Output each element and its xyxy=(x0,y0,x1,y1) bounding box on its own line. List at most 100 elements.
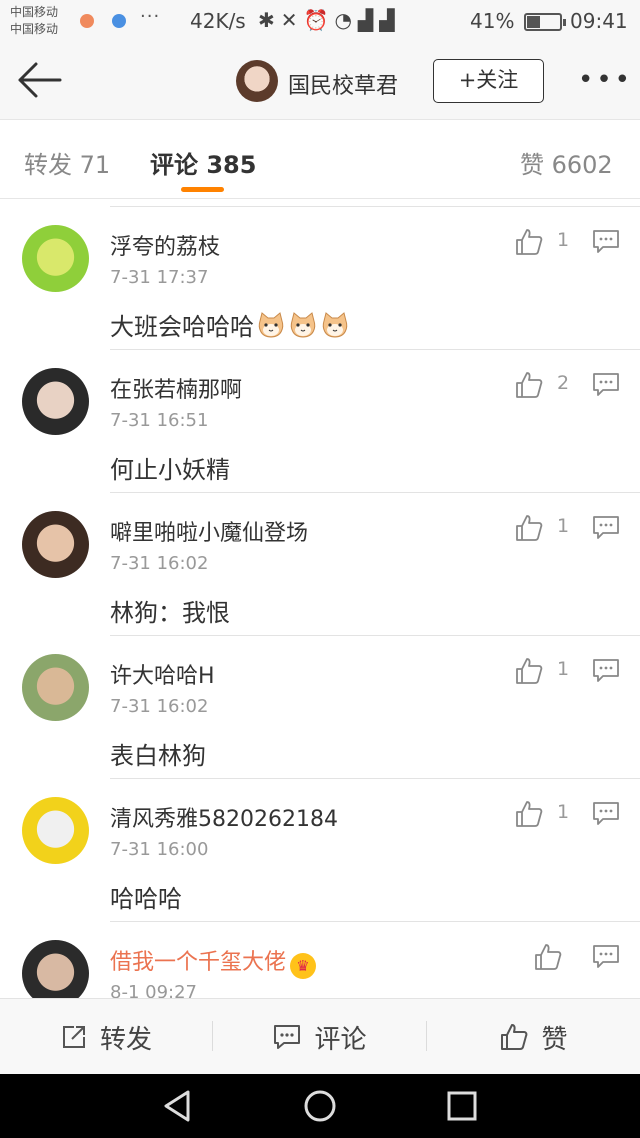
commenter-avatar[interactable] xyxy=(22,225,89,292)
cat-emoji-icon xyxy=(258,312,284,338)
like-comment-icon[interactable] xyxy=(514,227,544,257)
commenter-name-text: 浮夸的荔枝 xyxy=(110,235,221,260)
tab-likes[interactable]: 赞 6602 xyxy=(520,145,613,180)
like-count: 1 xyxy=(557,801,570,823)
carrier-1: 中国移动 xyxy=(10,5,59,19)
repost-label: 转发 xyxy=(99,1024,152,1055)
commenter-name-text: 清风秀雅5820262184 xyxy=(110,807,338,832)
author-name[interactable]: 国民校草君 xyxy=(288,68,398,100)
tab-reposts[interactable]: 转发 71 xyxy=(24,145,110,180)
carrier-2: 中国移动 xyxy=(10,22,59,36)
comment-label: 评论 xyxy=(314,1024,367,1055)
like-comment-icon[interactable] xyxy=(514,799,544,829)
like-count: 2 xyxy=(557,372,570,394)
comment-time: 7-31 16:02 xyxy=(110,696,209,717)
network-speed: 42K/s xyxy=(190,9,246,33)
like-comment-icon[interactable] xyxy=(533,942,563,972)
back-arrow-icon xyxy=(18,62,62,98)
active-tab-indicator xyxy=(181,187,224,192)
battery-level xyxy=(527,16,540,28)
comment-time: 7-31 16:51 xyxy=(110,410,209,431)
status-bar: 中国移动 中国移动 ··· 42K/s ✱✕⏰◔▟▟ 41% 09:41 xyxy=(0,0,640,44)
commenter-name[interactable]: 借我一个千玺大佬 ♛ xyxy=(110,944,317,979)
comment-text-content: 哈哈哈 xyxy=(110,885,182,913)
comment-item[interactable]: 在张若楠那啊 7-31 16:51 何止小妖精 2 xyxy=(0,350,640,493)
comment-text: 大班会哈哈哈 xyxy=(110,307,350,342)
like-comment-icon[interactable] xyxy=(514,656,544,686)
tab-bar: 转发 71 评论 385 赞 6602 xyxy=(0,121,640,199)
comment-button[interactable]: 评论 xyxy=(213,999,426,1075)
comment-list[interactable]: 浮夸的荔枝 7-31 17:37 大班会哈哈哈 1 在张若楠那啊 7-31 16:51 何止… xyxy=(0,206,640,998)
tab-comments[interactable]: 评论 385 xyxy=(150,145,256,180)
status-icons: ✱✕⏰◔▟▟ xyxy=(258,8,401,32)
mute-icon: ✕ xyxy=(280,8,304,32)
header-bar: 国民校草君 +关注 ••• xyxy=(0,44,640,120)
commenter-avatar[interactable] xyxy=(22,654,89,721)
vip-crown-icon: ♛ xyxy=(290,953,317,979)
more-options-button[interactable]: ••• xyxy=(578,67,633,93)
nav-recents-icon[interactable] xyxy=(444,1088,480,1124)
repost-button[interactable]: 转发 xyxy=(0,999,212,1075)
clock: 09:41 xyxy=(570,9,628,33)
action-bar: 转发 评论 赞 xyxy=(0,998,640,1074)
commenter-avatar[interactable] xyxy=(22,368,89,435)
like-label: 赞 xyxy=(541,1024,568,1055)
comment-text-content: 大班会哈哈哈 xyxy=(110,313,254,341)
like-comment-icon[interactable] xyxy=(514,370,544,400)
carrier-info: 中国移动 中国移动 xyxy=(10,4,58,38)
commenter-name[interactable]: 许大哈哈H xyxy=(110,658,215,690)
comment-text: 哈哈哈 xyxy=(110,879,182,914)
comment-icon xyxy=(274,1025,301,1049)
system-nav-bar xyxy=(0,1074,640,1138)
commenter-name-text: 借我一个千玺大佬 xyxy=(110,950,287,975)
like-comment-icon[interactable] xyxy=(514,513,544,543)
comment-text: 林狗：我恨 xyxy=(110,593,230,628)
commenter-name[interactable]: 清风秀雅5820262184 xyxy=(110,801,338,833)
nav-home-icon[interactable] xyxy=(302,1088,338,1124)
comment-item[interactable]: 噼里啪啦小魔仙登场 7-31 16:02 林狗：我恨 1 xyxy=(0,493,640,636)
commenter-avatar[interactable] xyxy=(22,940,89,998)
reply-comment-icon[interactable] xyxy=(592,658,620,684)
reply-comment-icon[interactable] xyxy=(592,372,620,398)
reply-comment-icon[interactable] xyxy=(592,229,620,255)
thumbs-up-icon xyxy=(501,1024,528,1050)
commenter-name-text: 许大哈哈H xyxy=(110,664,215,689)
comment-text-content: 表白林狗 xyxy=(110,742,206,770)
comment-text: 何止小妖精 xyxy=(110,450,230,485)
like-count: 1 xyxy=(557,658,570,680)
notification-shield-icon xyxy=(112,14,126,28)
reply-comment-icon[interactable] xyxy=(592,944,620,970)
alarm-icon: ⏰ xyxy=(303,8,335,32)
reply-comment-icon[interactable] xyxy=(592,801,620,827)
like-count: 1 xyxy=(557,229,570,251)
signal-4g-icon: ▟ xyxy=(379,8,401,32)
commenter-name-text: 噼里啪啦小魔仙登场 xyxy=(110,521,309,546)
signal-2g-icon: ▟ xyxy=(357,8,380,32)
comment-text-content: 何止小妖精 xyxy=(110,456,230,484)
commenter-name-text: 在张若楠那啊 xyxy=(110,378,243,403)
back-button[interactable] xyxy=(14,60,64,100)
comment-time: 7-31 16:02 xyxy=(110,553,209,574)
commenter-name[interactable]: 噼里啪啦小魔仙登场 xyxy=(110,515,308,547)
comment-text-content: 林狗：我恨 xyxy=(110,599,230,627)
commenter-avatar[interactable] xyxy=(22,797,89,864)
cat-emoji-icon xyxy=(290,312,316,338)
commenter-avatar[interactable] xyxy=(22,511,89,578)
author-avatar[interactable] xyxy=(236,60,278,102)
nav-back-icon[interactable] xyxy=(160,1088,196,1124)
comment-text: 表白林狗 xyxy=(110,736,206,771)
comment-item[interactable]: 清风秀雅5820262184 7-31 16:00 哈哈哈 1 xyxy=(0,779,640,922)
comment-time: 8-1 09:27 xyxy=(110,982,197,998)
comment-item[interactable]: 许大哈哈H 7-31 16:02 表白林狗 1 xyxy=(0,636,640,779)
battery-icon xyxy=(524,13,566,31)
commenter-name[interactable]: 在张若楠那啊 xyxy=(110,372,242,404)
follow-button[interactable]: +关注 xyxy=(433,59,544,103)
wifi-icon: ◔ xyxy=(334,8,358,32)
repost-icon xyxy=(62,1026,85,1048)
battery-percent: 41% xyxy=(470,9,515,33)
comment-item[interactable]: 借我一个千玺大佬 ♛ 8-1 09:27 xyxy=(0,922,640,998)
comment-item[interactable]: 浮夸的荔枝 7-31 17:37 大班会哈哈哈 1 xyxy=(0,207,640,350)
reply-comment-icon[interactable] xyxy=(592,515,620,541)
commenter-name[interactable]: 浮夸的荔枝 xyxy=(110,229,220,261)
like-button[interactable]: 赞 xyxy=(427,999,640,1075)
